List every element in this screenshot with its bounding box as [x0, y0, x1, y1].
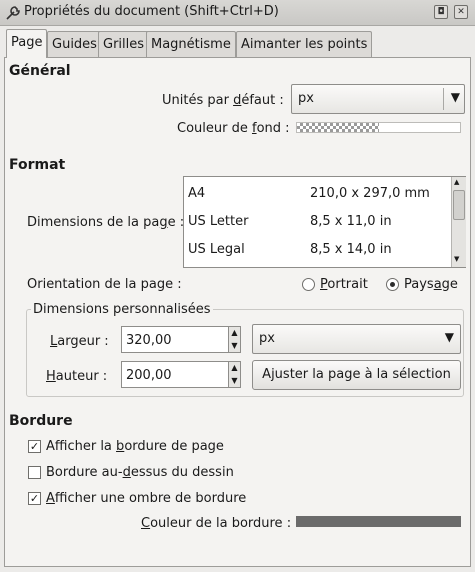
border-on-top-label[interactable]: Bordure au-dessus du dessin [46, 465, 234, 480]
list-item-dims: 210,0 x 297,0 mm [310, 186, 430, 201]
tab-snap-points[interactable]: Aimanter les points [236, 31, 373, 57]
height-stepper[interactable]: ▲ ▼ [228, 361, 241, 388]
wrench-icon [6, 6, 20, 20]
window-titlebar: Propriétés du document (Shift+Ctrl+D) ◘ … [0, 0, 475, 26]
section-border-heading: Bordure [9, 413, 73, 429]
portrait-label[interactable]: Portrait [320, 277, 368, 292]
border-color-swatch[interactable] [296, 516, 461, 527]
fit-page-to-selection-button[interactable]: Ajuster la page à la sélection [252, 360, 461, 390]
height-input[interactable]: 200,00 [121, 361, 229, 388]
tab-page[interactable]: Page [6, 29, 48, 58]
custom-size-legend: Dimensions personnalisées [31, 302, 213, 317]
scroll-down-icon[interactable]: ▼ [454, 255, 459, 263]
width-input[interactable]: 320,00 [121, 326, 229, 353]
width-label: Largeur : [50, 334, 109, 349]
tab-snapping[interactable]: Magnétisme [146, 31, 236, 57]
show-border-checkbox[interactable]: ✓ [28, 440, 41, 453]
custom-units-select[interactable]: px ▼ [252, 324, 461, 354]
border-shadow-checkbox[interactable]: ✓ [28, 492, 41, 505]
window-title: Propriétés du document (Shift+Ctrl+D) [24, 4, 279, 19]
scroll-thumb[interactable] [453, 190, 465, 220]
close-icon[interactable]: ✕ [454, 5, 468, 19]
chevron-down-icon: ▼ [444, 330, 454, 344]
show-border-label[interactable]: Afficher la bordure de page [46, 439, 224, 454]
tab-guides[interactable]: Guides [47, 31, 102, 57]
background-color-swatch[interactable] [296, 122, 461, 133]
increment-icon[interactable]: ▲ [229, 327, 240, 340]
background-color-label: Couleur de fond : [177, 121, 290, 136]
landscape-label[interactable]: Paysage [404, 277, 458, 292]
landscape-radio[interactable] [386, 278, 399, 291]
page-size-list[interactable]: A4 210,0 x 297,0 mm US Letter 8,5 x 11,0… [183, 176, 466, 268]
list-item-dims: 8,5 x 14,0 in [310, 242, 392, 257]
border-shadow-label[interactable]: Afficher une ombre de bordure [46, 491, 246, 506]
section-general-heading: Général [9, 63, 71, 79]
default-units-select[interactable]: px ▼ [291, 84, 465, 114]
portrait-radio[interactable] [302, 278, 315, 291]
scroll-up-icon[interactable]: ▲ [454, 178, 459, 186]
decrement-icon[interactable]: ▼ [229, 340, 240, 353]
decrement-icon[interactable]: ▼ [229, 375, 240, 388]
list-item-dims: 8,5 x 11,0 in [310, 214, 392, 229]
page-size-scrollbar[interactable]: ▲ ▼ [451, 177, 466, 267]
tab-grids[interactable]: Grilles [98, 31, 150, 57]
border-color-label: Couleur de la bordure : [141, 516, 292, 531]
height-label: Hauteur : [46, 369, 108, 384]
section-format-heading: Format [9, 157, 66, 173]
page-size-label: Dimensions de la page : [27, 215, 185, 230]
width-stepper[interactable]: ▲ ▼ [228, 326, 241, 353]
list-item[interactable]: US Legal [188, 242, 245, 257]
list-item[interactable]: US Letter [188, 214, 248, 229]
list-item[interactable]: A4 [188, 186, 205, 201]
restore-icon[interactable]: ◘ [434, 5, 448, 19]
border-on-top-checkbox[interactable] [28, 466, 41, 479]
chevron-down-icon: ▼ [450, 90, 460, 104]
increment-icon[interactable]: ▲ [229, 362, 240, 375]
default-units-label: Unités par défaut : [162, 93, 284, 108]
orientation-label: Orientation de la page : [27, 277, 182, 292]
